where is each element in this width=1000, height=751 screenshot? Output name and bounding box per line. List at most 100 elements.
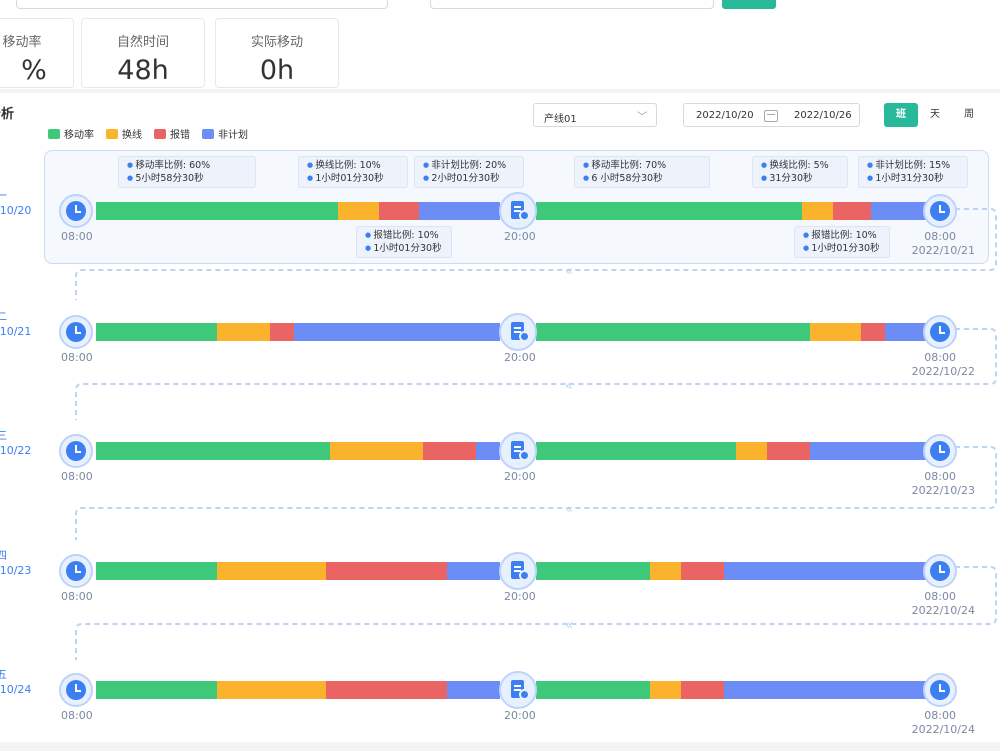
legend-label: 移动率 [64, 130, 94, 141]
timeline-segment[interactable] [293, 323, 500, 341]
timeline-segment[interactable] [326, 681, 448, 699]
timeline-segment[interactable] [884, 323, 928, 341]
weekday-label: 三 [0, 429, 7, 442]
timeline-segment[interactable] [217, 681, 327, 699]
date-label: /10/22 [0, 444, 32, 457]
clock-icon [59, 434, 93, 468]
tooltip-line: 6 小时58分30秒 [583, 172, 701, 185]
clock-face [930, 680, 950, 700]
timeline-segment[interactable] [649, 681, 682, 699]
tooltip-line: 换线比例: 5% [761, 159, 839, 172]
timeline-segment[interactable] [536, 562, 650, 580]
legend-item-unplanned[interactable]: 非计划 [202, 126, 248, 141]
ratio-tooltip: 报错比例: 10%1小时01分30秒 [794, 226, 890, 258]
tooltip-line: 1小时01分30秒 [803, 242, 881, 255]
timeline-segment[interactable] [861, 323, 885, 341]
timeline-segment[interactable] [724, 681, 928, 699]
timeline-segment[interactable] [447, 562, 500, 580]
ratio-tooltip: 非计划比例: 15%1小时31分30秒 [858, 156, 968, 188]
tooltip-line: 报错比例: 10% [803, 229, 881, 242]
shift-report-icon[interactable] [499, 671, 537, 709]
legend-item-rate[interactable]: 移动率 [48, 126, 94, 141]
top-input-remnant[interactable] [16, 0, 388, 9]
timeline-segment[interactable] [735, 442, 768, 460]
clock-icon [923, 315, 957, 349]
tooltip-line: 1小时01分30秒 [365, 242, 443, 255]
bottom-bar [0, 742, 1000, 751]
timeline-segment[interactable] [536, 323, 811, 341]
top-action-button[interactable] [722, 0, 776, 9]
line-select[interactable]: 产线01 ﹀ [533, 103, 657, 127]
timeline-segment[interactable] [870, 202, 928, 220]
shift-report-icon[interactable] [499, 432, 537, 470]
timeline-segment[interactable] [96, 681, 218, 699]
date-label: /10/24 [0, 683, 32, 696]
mode-shift-tab[interactable]: 班 [884, 103, 918, 127]
tooltip-line: 移动率比例: 70% [583, 159, 701, 172]
timeline-segment[interactable] [217, 323, 270, 341]
clock-face [930, 561, 950, 581]
clock-icon [59, 315, 93, 349]
mid-time: 20:00 [504, 590, 536, 603]
timeline-segment[interactable] [330, 442, 424, 460]
timeline-segment[interactable] [810, 442, 928, 460]
legend-swatch [48, 128, 60, 139]
timeline-segment[interactable] [96, 562, 218, 580]
day-label[interactable]: 三/10/22 [0, 428, 31, 458]
end-time: 08:00 [924, 470, 956, 483]
shift-report-icon[interactable] [499, 552, 537, 590]
end-date: 2022/10/22 [911, 365, 975, 378]
clock-face [930, 322, 950, 342]
timeline-segment[interactable] [802, 202, 833, 220]
timeline-segment[interactable] [419, 202, 500, 220]
day-label[interactable]: 四/10/23 [0, 548, 31, 578]
timeline-segment[interactable] [96, 442, 331, 460]
clock-icon [59, 194, 93, 228]
mode-day-tab[interactable]: 天 [918, 103, 952, 127]
shift-report-icon[interactable] [499, 192, 537, 230]
stat-value: 48h [117, 55, 169, 86]
chevron-down-icon: ﹀ [637, 112, 647, 123]
day-label[interactable]: 一/10/20 [0, 188, 31, 218]
timeline-segment[interactable] [536, 681, 650, 699]
timeline-segment[interactable] [96, 202, 339, 220]
ratio-tooltip: 报错比例: 10%1小时01分30秒 [356, 226, 452, 258]
timeline-segment[interactable] [649, 562, 682, 580]
ratio-tooltip: 换线比例: 10%1小时01分30秒 [298, 156, 408, 188]
day-label[interactable]: 五/10/24 [0, 667, 31, 697]
top-input-remnant-2[interactable] [430, 0, 714, 9]
timeline-segment[interactable] [810, 323, 862, 341]
timeline-segment[interactable] [681, 681, 725, 699]
timeline-segment[interactable] [536, 202, 803, 220]
timeline-segment[interactable] [378, 202, 420, 220]
stat-card-rate: 移动率 % [0, 18, 74, 88]
legend-item-changeover[interactable]: 换线 [106, 126, 142, 141]
timeline-segment[interactable] [423, 442, 476, 460]
timeline-segment[interactable] [681, 562, 725, 580]
timeline-segment[interactable] [447, 681, 500, 699]
timeline-segment[interactable] [217, 562, 327, 580]
timeline-segment[interactable] [536, 442, 736, 460]
date-label: /10/23 [0, 564, 32, 577]
mode-week-tab[interactable]: 周 [952, 103, 986, 127]
timeline-segment[interactable] [767, 442, 811, 460]
date-from[interactable]: 2022/10/20 [696, 110, 754, 121]
day-label[interactable]: 二/10/21 [0, 309, 31, 339]
timeline-segment[interactable] [832, 202, 871, 220]
timeline-segment[interactable] [326, 562, 448, 580]
timeline-segment[interactable] [724, 562, 928, 580]
date-to[interactable]: 2022/10/26 [794, 110, 852, 121]
mid-time: 20:00 [504, 709, 536, 722]
end-date: 2022/10/23 [911, 484, 975, 497]
tooltip-line: 2小时01分30秒 [423, 172, 515, 185]
timeline-segment[interactable] [338, 202, 379, 220]
date-range-picker[interactable]: 2022/10/20 2022/10/26 [683, 103, 860, 127]
timeline-segment[interactable] [269, 323, 294, 341]
timeline-segment[interactable] [475, 442, 500, 460]
legend-item-error[interactable]: 报错 [154, 126, 190, 141]
clock-face [66, 322, 86, 342]
tooltip-line: 非计划比例: 20% [423, 159, 515, 172]
weekday-label: 四 [0, 549, 7, 562]
shift-report-icon[interactable] [499, 313, 537, 351]
timeline-segment[interactable] [96, 323, 218, 341]
